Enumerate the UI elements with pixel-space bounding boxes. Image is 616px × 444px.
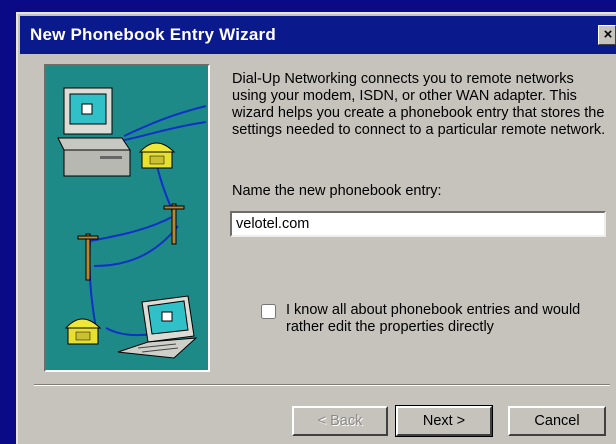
utility-pole-icon: [77, 203, 185, 281]
back-button[interactable]: < Back: [292, 406, 388, 436]
telephone-icon: [138, 142, 176, 169]
title-bar[interactable]: New Phonebook Entry Wizard ×: [20, 16, 616, 54]
wizard-description: Dial-Up Networking connects you to remot…: [232, 71, 606, 138]
wizard-window: New Phonebook Entry Wizard × Dial-Up Net…: [16, 12, 616, 444]
network-illustration: [57, 87, 207, 359]
edit-properties-label[interactable]: I know all about phonebook entries and w…: [286, 302, 586, 336]
wizard-illustration: [44, 64, 210, 372]
computer-icon: [57, 87, 131, 177]
entry-name-input[interactable]: [230, 211, 606, 237]
edit-properties-checkbox[interactable]: [261, 304, 276, 319]
close-button[interactable]: ×: [598, 25, 616, 45]
close-icon: ×: [603, 26, 613, 43]
next-button[interactable]: Next >: [395, 405, 493, 437]
button-separator: [34, 384, 610, 386]
window-title: New Phonebook Entry Wizard: [30, 25, 276, 44]
entry-name-label: Name the new phonebook entry:: [232, 183, 442, 199]
cancel-button[interactable]: Cancel: [508, 406, 606, 436]
laptop-icon: [117, 295, 198, 359]
